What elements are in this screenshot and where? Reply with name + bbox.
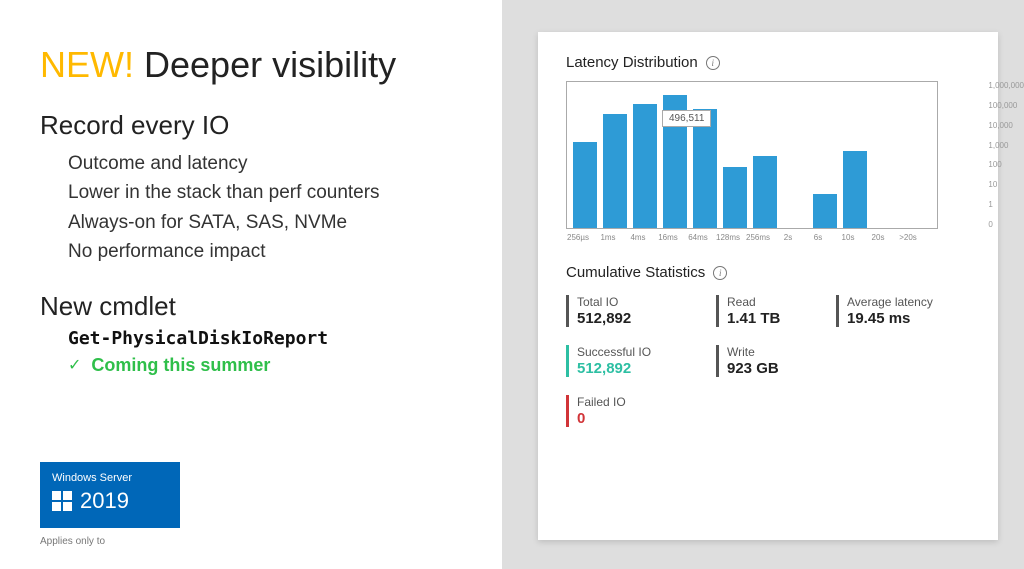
bullet: Lower in the stack than perf counters [68,178,472,207]
title-text: Deeper visibility [134,44,396,85]
x-tick: 256µs [566,233,590,242]
bullet: No performance impact [68,237,472,266]
stat-value: 512,892 [577,310,716,327]
stat-label: Read [727,295,836,309]
stat-label: Failed IO [577,395,716,409]
y-tick: 1 [988,200,1024,209]
coming-row: ✓ Coming this summer [68,355,472,376]
x-tick: >20s [896,233,920,242]
chart-x-axis: 256µs 1ms 4ms 16ms 64ms 128ms 256ms 2s 6s 10s 20s >… [566,233,938,242]
y-tick: 10,000 [988,121,1024,130]
bullet: Outcome and latency [68,149,472,178]
section-record-heading: Record every IO [40,110,472,141]
stat-value: 923 GB [727,360,836,377]
info-icon[interactable]: i [706,56,720,70]
right-column: Latency Distribution i 496,511 1,000,000… [502,0,1024,569]
page-title: NEW! Deeper visibility [40,44,472,86]
y-tick: 10 [988,180,1024,189]
stat-value: 19.45 ms [847,310,976,327]
chart-bar [603,114,627,228]
y-tick: 1,000,000 [988,81,1024,90]
stat-label: Write [727,345,836,359]
x-tick: 2s [776,233,800,242]
coming-text: Coming this summer [91,355,270,376]
stat-write: Write 923 GB [716,345,836,377]
cmdlet-block: Get-PhysicalDiskIoReport ✓ Coming this s… [68,328,472,376]
chart-bar [813,194,837,228]
x-tick: 128ms [716,233,740,242]
section-cmdlet-heading: New cmdlet [40,291,472,322]
x-tick: 4ms [626,233,650,242]
left-column: NEW! Deeper visibility Record every IO O… [0,0,502,569]
bullet: Always-on for SATA, SAS, NVMe [68,208,472,237]
stat-successful-io: Successful IO 512,892 [566,345,716,377]
x-tick: 6s [806,233,830,242]
y-tick: 1,000 [988,141,1024,150]
chart-bar [723,167,747,228]
stat-value: 1.41 TB [727,310,836,327]
slide: NEW! Deeper visibility Record every IO O… [0,0,1024,569]
windows-server-badge: Windows Server 2019 [40,462,180,528]
x-tick: 16ms [656,233,680,242]
x-tick: 10s [836,233,860,242]
cumulative-section-title: Cumulative Statistics i [566,264,970,281]
y-tick: 100 [988,160,1024,169]
chart-bar [573,142,597,228]
checkmark-icon: ✓ [68,355,81,375]
chart-plot-area: 496,511 [566,81,938,229]
stats-grid: Total IO 512,892 Read 1.41 TB Average la… [566,295,970,427]
stat-failed-io: Failed IO 0 [566,395,716,427]
stat-total-io: Total IO 512,892 [566,295,716,327]
y-tick: 100,000 [988,101,1024,110]
applies-only-to: Applies only to [40,536,180,547]
cumulative-title-text: Cumulative Statistics [566,264,705,281]
record-bullets: Outcome and latency Lower in the stack t… [68,149,472,267]
badge-product: Windows Server [52,472,168,484]
info-icon[interactable]: i [713,266,727,280]
x-tick: 64ms [686,233,710,242]
stat-read: Read 1.41 TB [716,295,836,327]
chart-bar [633,104,657,228]
chart-bar [753,156,777,228]
y-tick: 0 [988,220,1024,229]
chart-bar [843,151,867,228]
title-new-badge: NEW! [40,44,134,85]
latency-chart: 496,511 1,000,000100,00010,0001,00010010… [566,81,970,242]
stat-value: 512,892 [577,360,716,377]
stat-label: Average latency [847,295,976,309]
latency-title-text: Latency Distribution [566,54,698,71]
badge-year: 2019 [80,488,129,514]
dashboard-panel: Latency Distribution i 496,511 1,000,000… [538,32,998,540]
chart-y-axis: 1,000,000100,00010,0001,0001001010 [988,81,1024,229]
latency-section-title: Latency Distribution i [566,54,970,71]
x-tick: 20s [866,233,890,242]
stat-value: 0 [577,410,716,427]
chart-tooltip: 496,511 [662,110,711,127]
badge-area: Windows Server 2019 Applies only to [40,462,180,547]
cmdlet-name: Get-PhysicalDiskIoReport [68,328,472,349]
x-tick: 256ms [746,233,770,242]
stat-average-latency: Average latency 19.45 ms [836,295,976,327]
windows-logo-icon [52,491,72,511]
stat-label: Successful IO [577,345,716,359]
x-tick: 1ms [596,233,620,242]
stat-label: Total IO [577,295,716,309]
